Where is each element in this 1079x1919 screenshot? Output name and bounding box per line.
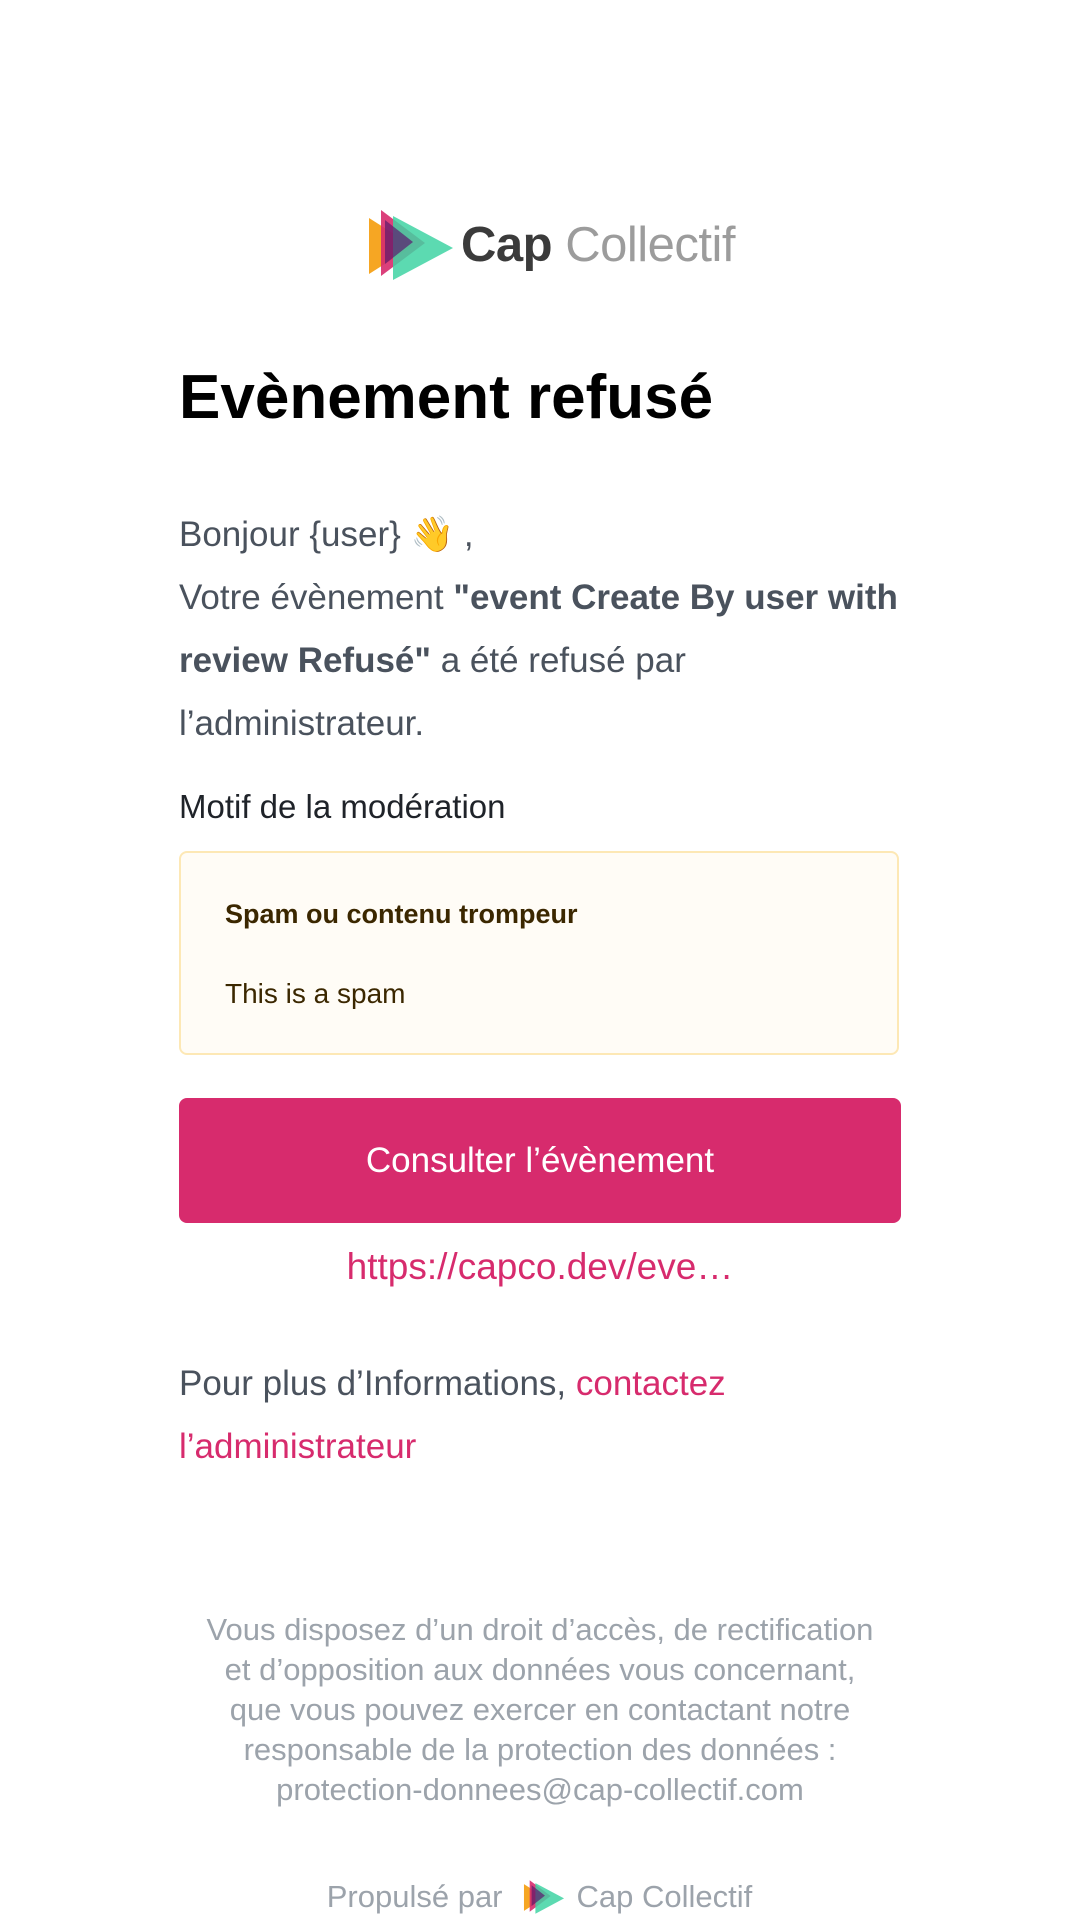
cap-collectif-mini-logo-icon bbox=[523, 1880, 564, 1914]
greeting-line: Bonjour {user} 👋 , bbox=[179, 503, 901, 566]
moderation-label: Motif de la modération bbox=[179, 788, 506, 825]
greeting-comma: , bbox=[454, 515, 474, 554]
brand-logo: Cap Collectif bbox=[367, 210, 735, 280]
brand-wordmark-collectif: Collectif bbox=[565, 218, 735, 272]
moderation-reason: Spam ou contenu trompeur bbox=[225, 899, 578, 929]
event-url-link[interactable]: https://capco.dev/eve… bbox=[179, 1246, 901, 1288]
powered-by-brand[interactable]: Cap Collectif bbox=[577, 1879, 753, 1915]
powered-by-footer: Propulsé par Cap Collectif bbox=[0, 1877, 1079, 1917]
contact-info: Pour plus d’Informations, contactez l’ad… bbox=[179, 1352, 901, 1478]
legal-notice: Vous disposez d’un droit d’accès, de rec… bbox=[206, 1612, 874, 1807]
contact-info-prefix: Pour plus d’Informations, bbox=[179, 1364, 576, 1403]
cap-collectif-logo-icon bbox=[369, 210, 453, 280]
brand-wordmark-cap: Cap bbox=[461, 218, 553, 272]
email-message: Bonjour {user} 👋 , Votre évènement "even… bbox=[179, 503, 901, 755]
refusal-message: Votre évènement "event Create By user wi… bbox=[179, 566, 901, 755]
brand-wordmark: Cap Collectif bbox=[461, 217, 735, 273]
greeting-text: Bonjour {user} bbox=[179, 515, 401, 554]
view-event-button[interactable]: Consulter l’évènement bbox=[179, 1098, 901, 1223]
wave-emoji-icon: 👋 bbox=[410, 515, 455, 554]
email-title: Evènement refusé bbox=[179, 363, 714, 432]
moderation-comment: This is a spam bbox=[225, 978, 406, 1009]
message-prefix: Votre évènement bbox=[179, 578, 454, 617]
powered-by-label: Propulsé par bbox=[326, 1879, 503, 1914]
moderation-reason-box: Spam ou contenu trompeur This is a spam bbox=[179, 851, 899, 1055]
